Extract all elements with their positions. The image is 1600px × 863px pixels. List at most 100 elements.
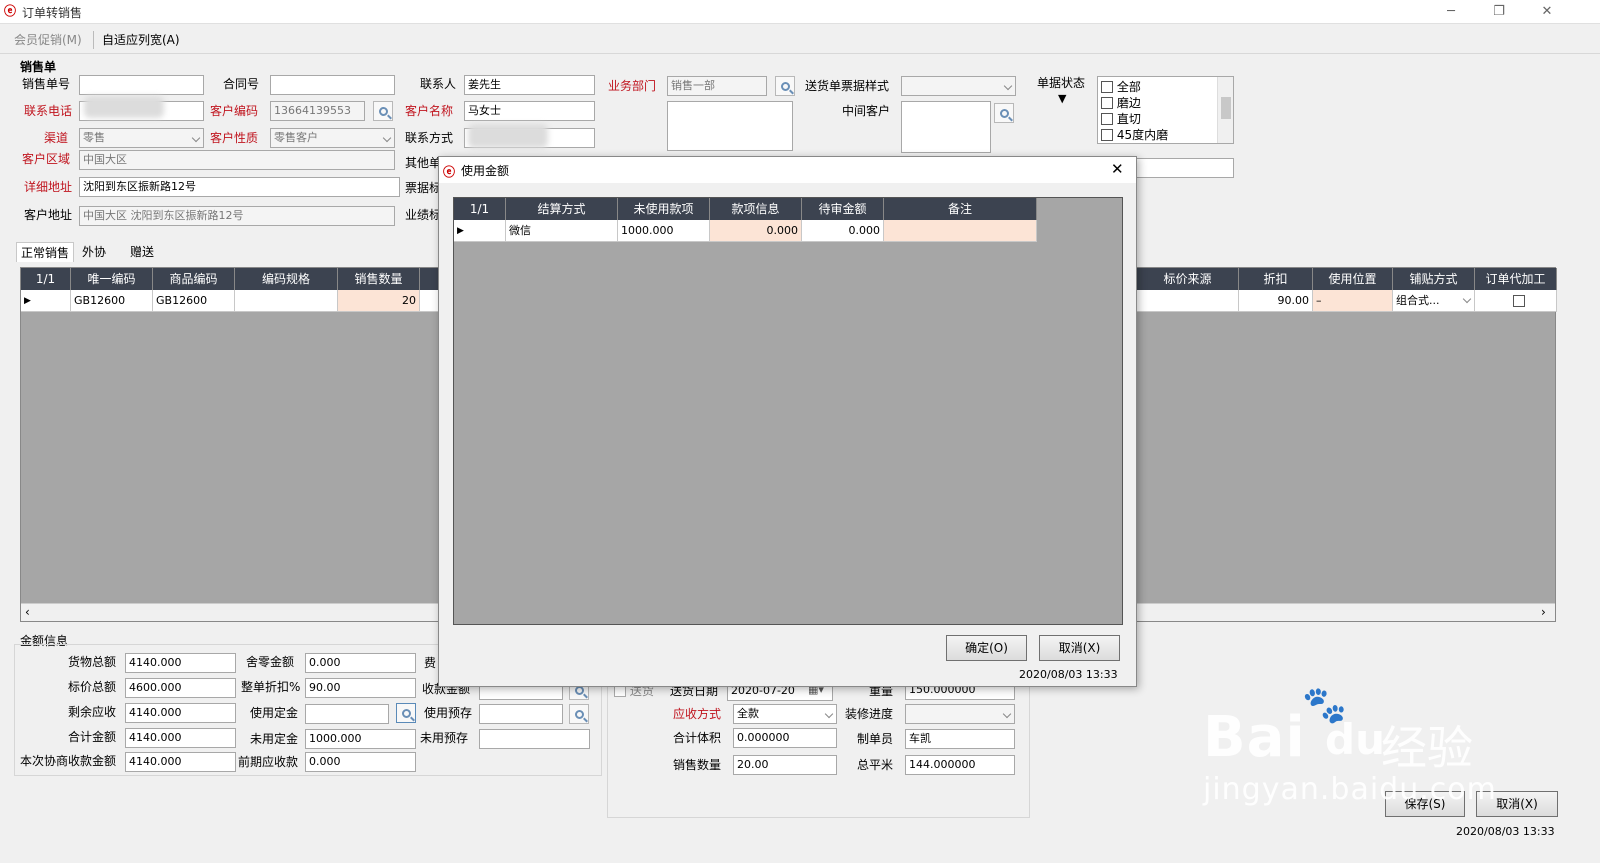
phone-label: 联系电话 xyxy=(24,104,73,118)
use-deposit-input[interactable] xyxy=(305,704,389,724)
tab-outsourcing[interactable]: 外协 xyxy=(78,242,110,262)
status-checklist[interactable]: 全部 磨边 直切 45度内磨 xyxy=(1097,76,1234,144)
oem-checkbox[interactable] xyxy=(1513,295,1525,307)
dlg-col-header[interactable]: 结算方式 xyxy=(506,198,618,220)
cell-unique[interactable]: GB12600 xyxy=(71,290,153,312)
col-header[interactable]: 编码规格 xyxy=(235,268,338,290)
dlg-col-header[interactable]: 备注 xyxy=(884,198,1037,220)
region-input[interactable]: 中国大区 xyxy=(79,150,395,170)
close-icon[interactable]: ✕ xyxy=(1532,2,1562,22)
contract-input[interactable] xyxy=(270,75,395,95)
col-header[interactable]: 订单代加工 xyxy=(1475,268,1557,290)
status-option[interactable]: 45度内磨 xyxy=(1101,127,1168,143)
dialog-cancel-button[interactable]: 取消(X) xyxy=(1039,635,1120,661)
cell-discount[interactable]: 90.00 xyxy=(1239,290,1313,312)
checkbox[interactable] xyxy=(1101,81,1113,93)
ticket-style-select[interactable] xyxy=(901,76,1016,96)
goods-total-input[interactable]: 4140.000 xyxy=(125,653,236,673)
cell-position[interactable]: – xyxy=(1313,290,1393,312)
status-option[interactable]: 全部 xyxy=(1101,79,1141,95)
round-input[interactable]: 0.000 xyxy=(305,653,416,673)
auto-width-button[interactable]: 自适应列宽(A) xyxy=(98,31,184,49)
dlg-cell-remark[interactable] xyxy=(884,220,1037,242)
cust-addr-input[interactable]: 中国大区 沈阳到东区振新路12号 xyxy=(79,206,395,226)
channel-select[interactable]: 零售 xyxy=(79,128,204,148)
qty-input[interactable]: 20.00 xyxy=(733,755,837,775)
minimize-icon[interactable]: ─ xyxy=(1436,2,1466,22)
member-promo-button[interactable]: 会员促销(M) xyxy=(10,31,86,49)
sum-label: 合计金额 xyxy=(68,730,117,744)
contact-input[interactable]: 姜先生 xyxy=(464,75,595,95)
use-prestore-search-button[interactable] xyxy=(569,704,589,724)
checkbox[interactable] xyxy=(1101,129,1113,141)
scrollbar-thumb[interactable] xyxy=(1221,97,1231,119)
cust-type-select[interactable]: 零售客户 xyxy=(270,128,395,148)
coop-input[interactable]: 4140.000 xyxy=(125,752,236,772)
cust-name-input[interactable]: 马女士 xyxy=(464,101,595,121)
mid-cust-search-button[interactable] xyxy=(994,103,1014,123)
col-header[interactable]: 唯一编码 xyxy=(71,268,153,290)
unused-deposit-input[interactable]: 1000.000 xyxy=(305,729,416,749)
prev-recv-input[interactable]: 0.000 xyxy=(305,752,416,772)
col-header[interactable]: 使用位置 xyxy=(1313,268,1393,290)
progress-select[interactable] xyxy=(905,704,1015,724)
area-input[interactable]: 144.000000 xyxy=(905,755,1015,775)
dlg-col-header[interactable]: 待审金额 xyxy=(802,198,884,220)
dlg-col-header[interactable]: 款项信息 xyxy=(710,198,802,220)
col-header[interactable]: 销售数量 xyxy=(338,268,420,290)
dlg-cell-info[interactable]: 0.000 xyxy=(710,220,802,242)
toolbar-divider xyxy=(93,31,94,49)
dialog-ok-button[interactable]: 确定(O) xyxy=(946,635,1027,661)
cell-oem[interactable] xyxy=(1475,290,1557,312)
dept-memo-box[interactable] xyxy=(667,101,793,151)
status-scrollbar[interactable] xyxy=(1217,77,1233,143)
dept-search-button[interactable] xyxy=(775,76,795,96)
dialog-close-icon[interactable]: ✕ xyxy=(1111,160,1124,178)
cell-paving[interactable]: 组合式... xyxy=(1393,290,1461,312)
sales-no-input[interactable] xyxy=(79,75,204,95)
dlg-cell-pending[interactable]: 0.000 xyxy=(802,220,884,242)
scroll-right-icon[interactable]: › xyxy=(1541,604,1546,621)
cell-price-src[interactable] xyxy=(1137,290,1239,312)
use-deposit-search-button[interactable] xyxy=(396,703,416,723)
extra-field[interactable] xyxy=(1136,158,1234,178)
discount-input[interactable]: 90.00 xyxy=(305,678,416,698)
cell-code[interactable]: GB12600 xyxy=(153,290,235,312)
col-header[interactable]: 铺贴方式 xyxy=(1393,268,1475,290)
dlg-col-header[interactable]: 未使用款项 xyxy=(618,198,710,220)
cell-qty[interactable]: 20 xyxy=(338,290,420,312)
use-prestore-input[interactable] xyxy=(479,704,563,724)
dlg-cell-unused[interactable]: 1000.000 xyxy=(618,220,710,242)
volume-input[interactable]: 0.000000 xyxy=(733,728,837,748)
col-header[interactable]: 折扣 xyxy=(1239,268,1313,290)
checkbox[interactable] xyxy=(1101,113,1113,125)
status-dropdown-icon[interactable]: ▼ xyxy=(1058,92,1066,105)
cell-partial[interactable] xyxy=(420,290,440,312)
col-header[interactable]: 标价来源 xyxy=(1137,268,1239,290)
scroll-left-icon[interactable]: ‹ xyxy=(25,604,30,621)
cell-spec[interactable] xyxy=(235,290,338,312)
watermark-brand: Bai xyxy=(1203,705,1306,770)
cust-code-search-button[interactable] xyxy=(373,101,393,121)
tab-gift[interactable]: 赠送 xyxy=(126,242,158,262)
detail-addr-input[interactable]: 沈阳到东区振新路12号 xyxy=(79,177,400,197)
status-timestamp: 2020/08/03 13:33 xyxy=(1456,825,1555,838)
tab-normal-sales[interactable]: 正常销售 xyxy=(16,242,75,262)
maker-input[interactable]: 车凯 xyxy=(905,729,1015,749)
dialog-grid[interactable]: 1/1 结算方式 未使用款项 款项信息 待审金额 备注 ▶ 微信 1000.00… xyxy=(453,197,1123,625)
cust-code-input[interactable]: 13664139553 xyxy=(270,101,365,121)
paving-dropdown[interactable] xyxy=(1459,290,1475,312)
list-total-input[interactable]: 4600.000 xyxy=(125,678,236,698)
checkbox[interactable] xyxy=(1101,97,1113,109)
restore-icon[interactable]: ❐ xyxy=(1484,2,1514,22)
dlg-cell-method[interactable]: 微信 xyxy=(506,220,618,242)
sum-input[interactable]: 4140.000 xyxy=(125,728,236,748)
pay-select[interactable]: 全款 xyxy=(733,704,837,724)
status-option[interactable]: 磨边 xyxy=(1101,95,1141,111)
col-header[interactable]: 商品编码 xyxy=(153,268,235,290)
dept-input[interactable]: 销售一部 xyxy=(667,76,767,96)
status-option[interactable]: 直切 xyxy=(1101,111,1141,127)
mid-cust-input[interactable] xyxy=(901,101,991,153)
remain-input[interactable]: 4140.000 xyxy=(125,703,236,723)
unused-prestore-input[interactable] xyxy=(479,729,590,749)
